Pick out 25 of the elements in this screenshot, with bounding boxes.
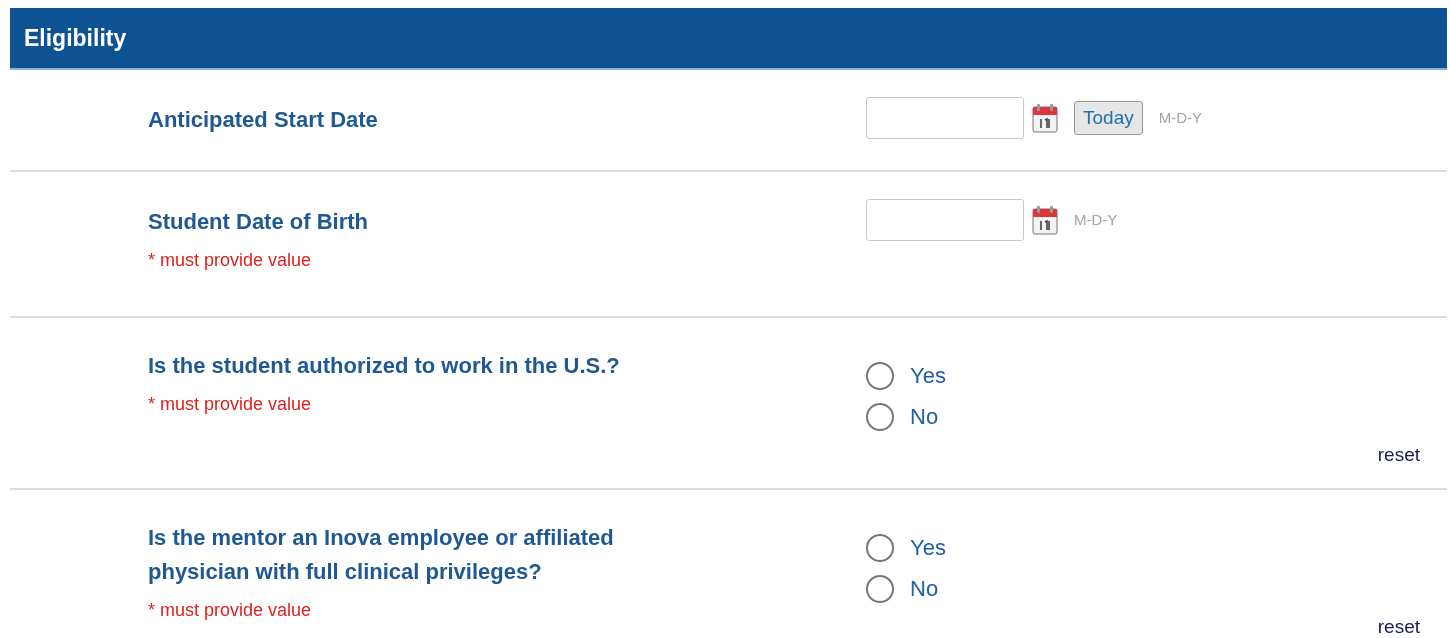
required-note: * must provide value: [148, 249, 313, 272]
calendar-icon[interactable]: [1032, 205, 1058, 235]
option-label[interactable]: No: [910, 572, 939, 605]
radio-button[interactable]: [866, 361, 894, 390]
question-label: Anticipated Start Date: [148, 106, 379, 134]
section-header: Eligibility: [10, 8, 1447, 70]
question-label: Student Date of Birth: [148, 208, 369, 236]
format-hint: M-D-Y: [1074, 209, 1118, 230]
option-label[interactable]: Yes: [910, 531, 946, 564]
question-label: Is the mentor an Inova employee or affiliated physician with full clinical privileges?: [148, 524, 615, 586]
question-label: Is the student authorized to work in the U.S.?: [148, 352, 621, 380]
date-field[interactable]: [866, 97, 1024, 139]
format-hint: M-D-Y: [1158, 107, 1203, 128]
calendar-icon[interactable]: [1032, 103, 1058, 133]
option-label[interactable]: No: [910, 400, 939, 433]
required-note: * must provide value: [148, 393, 313, 416]
radio-button[interactable]: [866, 574, 894, 603]
date-field[interactable]: [866, 199, 1024, 241]
today-button[interactable]: Today: [1074, 101, 1143, 135]
reset-link[interactable]: reset: [1377, 441, 1420, 470]
required-note: * must provide value: [148, 599, 313, 622]
radio-button[interactable]: [866, 533, 894, 562]
option-label[interactable]: Yes: [910, 359, 946, 392]
radio-button[interactable]: [866, 402, 894, 431]
reset-link[interactable]: reset: [1377, 613, 1420, 636]
